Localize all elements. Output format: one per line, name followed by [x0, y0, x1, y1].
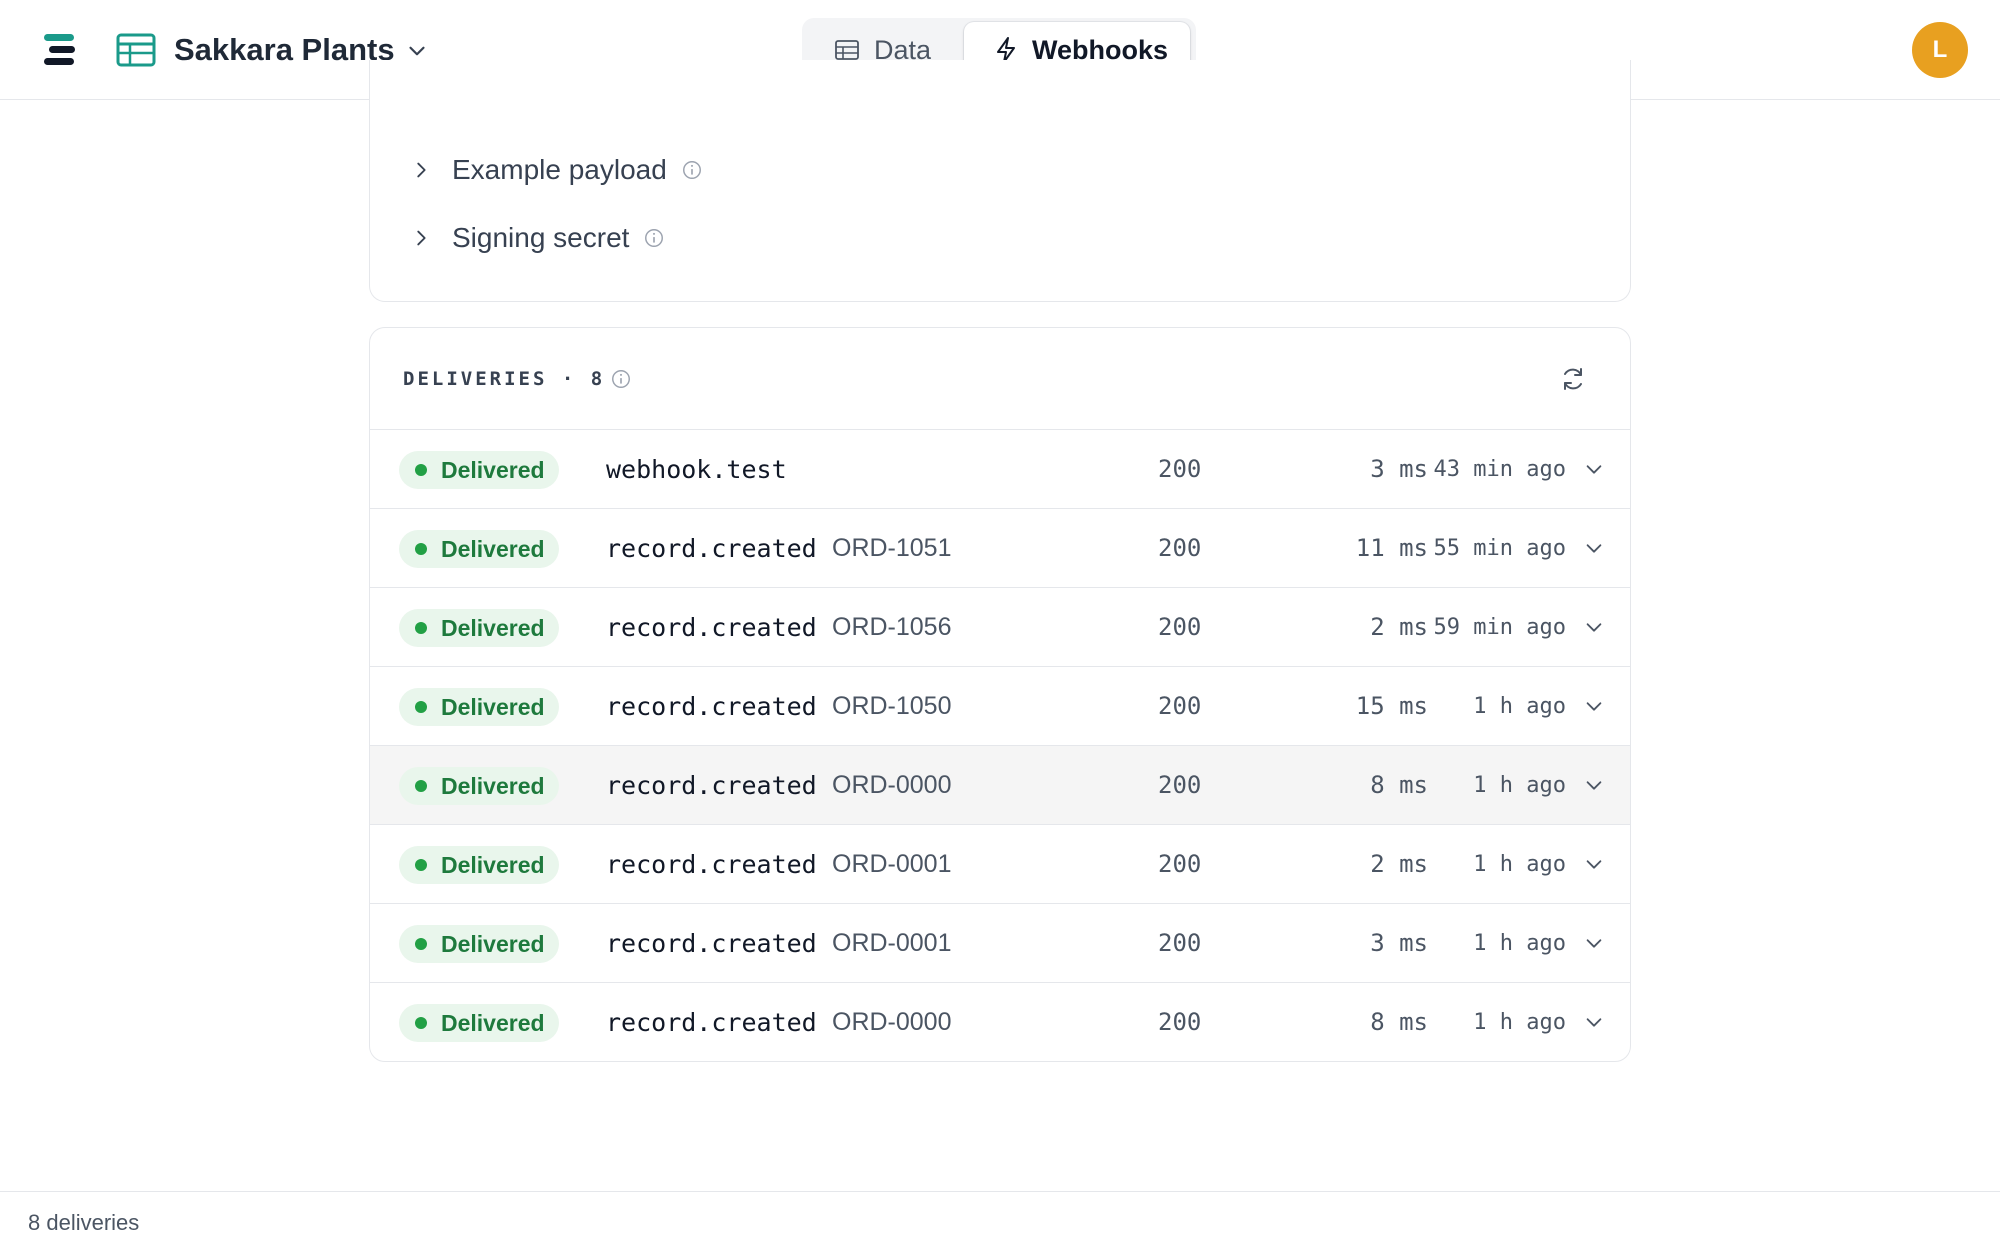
record-ref: ORD-0000 [832, 1008, 952, 1036]
delivery-row[interactable]: Delivered record.created ORD-0001 200 3 … [370, 904, 1630, 983]
status-dot [415, 859, 427, 871]
status-dot [415, 543, 427, 555]
chevron-down-icon[interactable] [1583, 695, 1605, 717]
deliveries-list: Delivered webhook.test 200 3 ms 43 min a… [370, 430, 1630, 1061]
status-label: Delivered [441, 930, 545, 957]
status-bar: 8 deliveries [0, 1191, 2000, 1250]
status-label: Delivered [441, 1009, 545, 1036]
event-name: webhook.test [606, 455, 787, 484]
delivery-row[interactable]: Delivered record.created ORD-0000 200 8 … [370, 983, 1630, 1061]
response-code: 200 [1158, 692, 1202, 720]
chevron-down-icon[interactable] [1583, 1011, 1605, 1033]
event-name: record.created [606, 850, 817, 879]
chevron-down-icon[interactable] [1583, 853, 1605, 875]
status-label: Delivered [441, 693, 545, 720]
status-badge: Delivered [399, 451, 559, 489]
app-title[interactable]: Sakkara Plants [174, 28, 395, 72]
webhook-settings-card: Example payload Signing secret [369, 60, 1631, 302]
status-badge: Delivered [399, 609, 559, 647]
status-label: Delivered [441, 851, 545, 878]
response-code: 200 [1158, 929, 1202, 957]
status-dot [415, 622, 427, 634]
status-dot [415, 701, 427, 713]
status-label: Delivered [441, 772, 545, 799]
status-dot [415, 464, 427, 476]
event-name: record.created [606, 692, 817, 721]
duration: 2 ms [1370, 613, 1428, 641]
delivery-row[interactable]: Delivered record.created ORD-1050 200 15… [370, 667, 1630, 746]
status-dot [415, 1017, 427, 1029]
table-icon [835, 40, 859, 60]
app-logo-icon[interactable] [40, 30, 80, 70]
example-payload-label: Example payload [452, 154, 667, 185]
status-badge: Delivered [399, 846, 559, 884]
status-badge: Delivered [399, 767, 559, 805]
event-name: record.created [606, 613, 817, 642]
status-label: Delivered [441, 456, 545, 483]
delivery-row[interactable]: Delivered record.created ORD-1051 200 11… [370, 509, 1630, 588]
status-badge: Delivered [399, 1004, 559, 1042]
chevron-down-icon[interactable] [1583, 458, 1605, 480]
delivery-row[interactable]: Delivered webhook.test 200 3 ms 43 min a… [370, 430, 1630, 509]
refresh-icon[interactable] [1559, 365, 1587, 393]
response-code: 200 [1158, 850, 1202, 878]
delivery-row[interactable]: Delivered record.created ORD-0001 200 2 … [370, 825, 1630, 904]
chevron-down-icon[interactable] [1583, 774, 1605, 796]
deliveries-header: DELIVERIES · 8 [370, 328, 1630, 430]
chevron-down-icon[interactable] [1583, 932, 1605, 954]
chevron-right-icon [417, 162, 426, 178]
chevron-down-icon[interactable] [1583, 537, 1605, 559]
response-code: 200 [1158, 771, 1202, 799]
event-name: record.created [606, 534, 817, 563]
status-badge: Delivered [399, 530, 559, 568]
duration: 3 ms [1370, 455, 1428, 483]
status-dot [415, 938, 427, 950]
record-ref: ORD-0001 [832, 850, 952, 878]
signing-secret-toggle[interactable]: Signing secret [410, 216, 665, 260]
table-icon [116, 33, 156, 67]
delivery-row[interactable]: Delivered record.created ORD-1056 200 2 … [370, 588, 1630, 667]
status-badge: Delivered [399, 688, 559, 726]
signing-secret-label: Signing secret [452, 222, 630, 253]
info-icon[interactable] [643, 227, 665, 249]
avatar[interactable]: L [1912, 22, 1968, 78]
duration: 15 ms [1355, 692, 1428, 720]
chevron-down-icon[interactable] [1583, 616, 1605, 638]
record-ref: ORD-0001 [832, 929, 952, 957]
status-dot [415, 780, 427, 792]
info-icon[interactable] [610, 368, 632, 390]
record-ref: ORD-1050 [832, 692, 952, 720]
record-ref: ORD-0000 [832, 771, 952, 799]
duration: 11 ms [1355, 534, 1428, 562]
info-icon[interactable] [681, 159, 703, 181]
event-name: record.created [606, 929, 817, 958]
duration: 2 ms [1370, 850, 1428, 878]
chevron-right-icon [417, 230, 426, 246]
event-name: record.created [606, 1008, 817, 1037]
duration: 8 ms [1370, 771, 1428, 799]
example-payload-toggle[interactable]: Example payload [410, 148, 703, 192]
event-name: record.created [606, 771, 817, 800]
status-badge: Delivered [399, 925, 559, 963]
record-ref: ORD-1056 [832, 613, 952, 641]
deliveries-card: DELIVERIES · 8 Delivered webhook.test 20… [369, 327, 1631, 1062]
response-code: 200 [1158, 455, 1202, 483]
response-code: 200 [1158, 1008, 1202, 1036]
delivery-row[interactable]: Delivered record.created ORD-0000 200 8 … [370, 746, 1630, 825]
delivery-count: 8 deliveries [28, 1210, 140, 1235]
status-label: Delivered [441, 614, 545, 641]
duration: 8 ms [1370, 1008, 1428, 1036]
response-code: 200 [1158, 613, 1202, 641]
deliveries-title: DELIVERIES · 8 [403, 368, 606, 390]
record-ref: ORD-1051 [832, 534, 952, 562]
status-label: Delivered [441, 535, 545, 562]
duration: 3 ms [1370, 929, 1428, 957]
response-code: 200 [1158, 534, 1202, 562]
